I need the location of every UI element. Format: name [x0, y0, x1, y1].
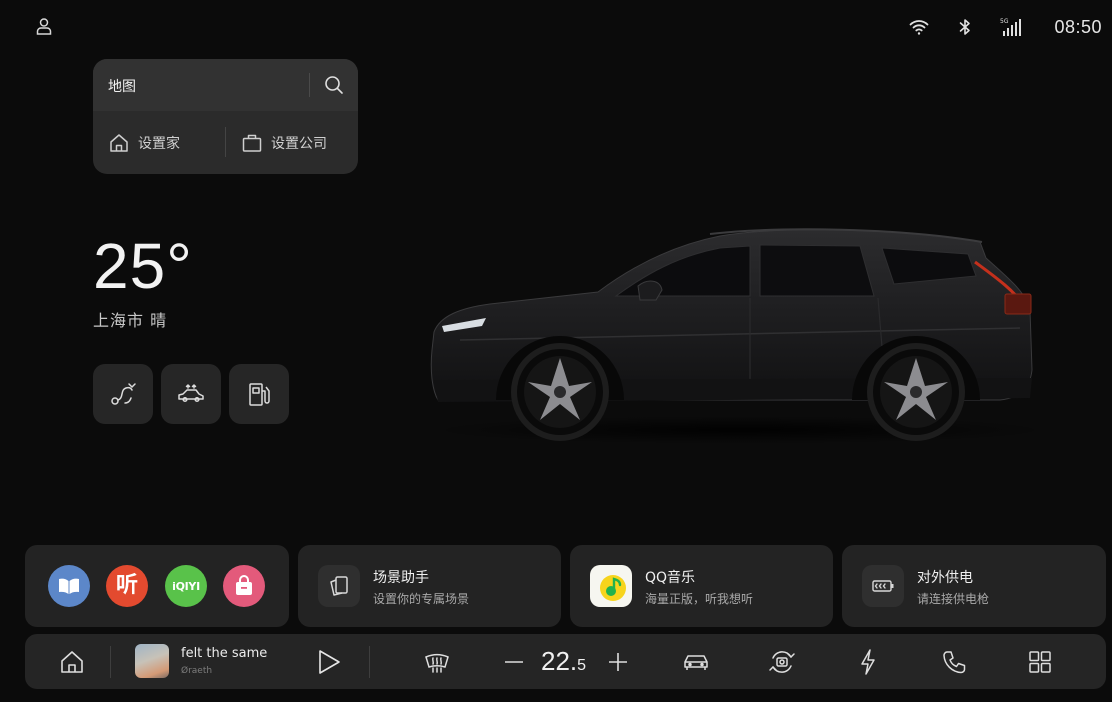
camera-360-icon: [768, 648, 796, 676]
dock-home-button[interactable]: [57, 647, 87, 677]
bottom-dock: felt the same Øraeth 22.5: [25, 634, 1106, 689]
car-lift-icon: [176, 379, 206, 409]
map-title: 地图: [108, 79, 136, 95]
temp-decrease-button[interactable]: [503, 647, 525, 677]
clock: 08:50: [1054, 16, 1102, 37]
scene-assistant-card[interactable]: 场景助手 设置你的专属场景: [298, 545, 561, 627]
temp-decimal: 5: [577, 657, 587, 674]
bluetooth-icon[interactable]: [954, 16, 976, 38]
temp-whole: 22.: [541, 646, 578, 676]
user-icon[interactable]: [34, 16, 54, 36]
scene-icon-tile: [318, 565, 360, 607]
status-bar: 5G 08:50: [0, 0, 1112, 52]
qq-music-card[interactable]: QQ音乐 海量正版，听我想听: [570, 545, 833, 627]
set-work-button[interactable]: 设置公司: [241, 131, 327, 155]
camera-360-button[interactable]: [767, 647, 797, 677]
divider: [110, 646, 111, 678]
app-iqiyi-label: iQIYI: [172, 579, 200, 593]
qq-music-logo: [590, 565, 632, 607]
route-icon: [108, 379, 138, 409]
song-title: felt the same: [181, 646, 268, 661]
set-work-label: 设置公司: [271, 136, 327, 152]
map-card: 地图 设置家 设置公司: [93, 59, 358, 174]
car-icon: [682, 648, 710, 676]
external-power-card[interactable]: 对外供电 请连接供电枪: [842, 545, 1106, 627]
phone-button[interactable]: [939, 647, 969, 677]
app-iqiyi-button[interactable]: iQIYI: [165, 565, 207, 607]
grid-icon: [1026, 648, 1054, 676]
5g-signal-icon: 5G: [1000, 16, 1022, 38]
quick-fuel-button[interactable]: [229, 364, 289, 424]
rear-defrost-icon: [423, 648, 451, 676]
book-icon: [56, 573, 82, 599]
play-button[interactable]: [313, 647, 343, 677]
qq-music-subtitle: 海量正版，听我想听: [645, 592, 754, 606]
divider: [309, 73, 310, 97]
qq-music-title: QQ音乐: [645, 570, 696, 586]
weather-temperature: 25°: [93, 230, 193, 302]
qq-music-icon: [599, 574, 626, 601]
apps-card: 听 iQIYI: [25, 545, 289, 627]
charging-button[interactable]: [853, 647, 883, 677]
power-subtitle: 请连接供电枪: [917, 592, 990, 606]
vehicle-button[interactable]: [681, 647, 711, 677]
scene-title: 场景助手: [373, 570, 429, 586]
divider: [369, 646, 370, 678]
app-shop-button[interactable]: [223, 565, 265, 607]
shopping-bag-icon: [231, 573, 257, 599]
app-read-button[interactable]: [48, 565, 90, 607]
battery-discharge-icon: [871, 574, 895, 598]
apps-grid-button[interactable]: [1025, 647, 1055, 677]
temp-increase-button[interactable]: [607, 647, 629, 677]
album-art[interactable]: [135, 644, 169, 678]
song-artist: Øraeth: [181, 666, 213, 676]
divider: [225, 127, 226, 157]
wifi-icon[interactable]: [908, 16, 930, 38]
briefcase-icon: [241, 132, 263, 154]
app-listen-label: 听: [115, 573, 138, 598]
weather-location: 上海市 晴: [93, 311, 168, 330]
scene-subtitle: 设置你的专属场景: [373, 592, 470, 606]
set-home-button[interactable]: 设置家: [108, 131, 180, 155]
set-home-label: 设置家: [138, 136, 180, 152]
map-shortcuts: 设置家 设置公司: [93, 111, 358, 174]
app-listen-button[interactable]: 听: [106, 565, 148, 607]
defrost-button[interactable]: [422, 647, 452, 677]
cabin-temperature: 22.5: [541, 644, 586, 683]
map-search-bar[interactable]: 地图: [93, 59, 358, 111]
vehicle-image: [420, 220, 1050, 450]
signal-type-label: 5G: [1000, 18, 1009, 25]
power-icon-tile: [862, 565, 904, 607]
fuel-station-icon: [244, 379, 274, 409]
search-icon[interactable]: [324, 75, 344, 95]
power-title: 对外供电: [917, 570, 973, 586]
play-icon: [314, 648, 342, 676]
quick-route-button[interactable]: [93, 364, 153, 424]
scene-cards-icon: [327, 574, 351, 598]
quick-car-lift-button[interactable]: [161, 364, 221, 424]
phone-icon: [940, 648, 968, 676]
home-icon: [58, 648, 86, 676]
home-icon: [108, 132, 130, 154]
lightning-icon: [854, 648, 882, 676]
